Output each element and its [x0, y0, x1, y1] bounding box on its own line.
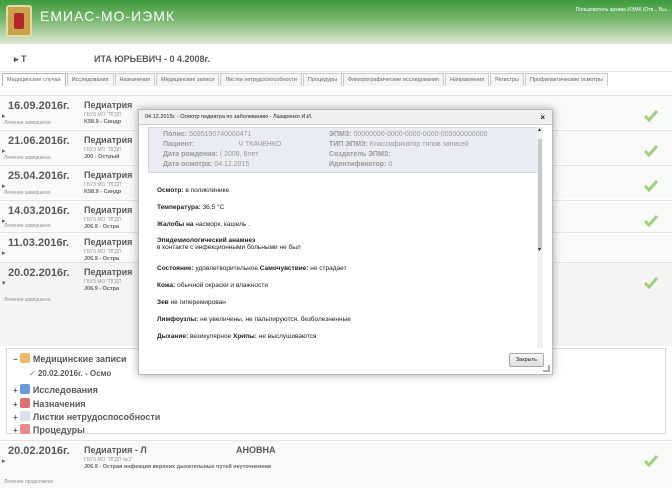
exam-section: Кожа: обычной окраски и влажности [157, 282, 268, 289]
identifier-field: Идентификатор: 0 [329, 161, 393, 168]
resize-grip[interactable] [543, 365, 550, 372]
dob-field: Дата рождения: ( 2008, 8лет [163, 151, 259, 158]
scroll-up-icon[interactable]: ▲ [537, 127, 542, 133]
scroll-thumb[interactable] [538, 139, 542, 249]
close-icon[interactable]: × [540, 113, 545, 122]
patient-info-box: Полис: 5095190740000471 Пациент: Ч ТКАЧЕ… [148, 127, 540, 173]
dialog-title: 04.12.2015г. - Осмотр педиатра по заболе… [145, 114, 313, 120]
exam-section: Зев не гиперемирован [157, 299, 226, 306]
exam-dialog: 04.12.2015г. - Осмотр педиатра по заболе… [138, 109, 553, 375]
exam-section: Жалобы на насморк, кашель . [157, 221, 250, 228]
close-button[interactable]: Закрыть [508, 353, 544, 367]
exam-section: Температура: 36.5 °С [157, 204, 225, 211]
exam-section: Дыхание: везикулярное Хрипы: не выслушив… [157, 333, 317, 340]
exam-section: Состояние: удовлетворительное Самочувств… [157, 265, 347, 272]
scroll-down-icon[interactable]: ▼ [537, 247, 542, 253]
dialog-title-bar: 04.12.2015г. - Осмотр педиатра по заболе… [139, 110, 552, 125]
patient-field: Пациент: Ч ТКАЧЕНКО [163, 141, 282, 148]
creator-field: Создатель ЭПМЗ: [329, 151, 391, 158]
exam-section: Эпидемиологический анамнез в контакте с и… [157, 237, 301, 251]
emz-field: ЭПМЗ: 00000000-0000-0000-0000-0000000000… [329, 131, 488, 138]
polis-field: Полис: 5095190740000471 [163, 131, 252, 138]
dialog-scrollbar[interactable]: ▲ ▼ [537, 127, 543, 348]
app-title: ЕМИАС-МО-ИЭМК [40, 8, 176, 24]
app-header: ЕМИАС-МО-ИЭМК Пользователь архива ИЭМК (… [0, 0, 672, 44]
user-info[interactable]: Пользователь архива ИЭМК (Отв... Вы... [540, 7, 670, 14]
exam-section: Осмотр: в поликлинике [157, 187, 230, 194]
exam-date-field: Дата осмотра: 04.12.2015 [163, 161, 250, 168]
exam-section: Лимфоузлы: не увеличены, не пальпируются… [157, 316, 351, 323]
dialog-body: Полис: 5095190740000471 Пациент: Ч ТКАЧЕ… [145, 127, 543, 348]
emz-type-field: ТИП ЭПМЗ: Классификатор типов записей [329, 141, 469, 148]
emblem-logo [6, 5, 32, 37]
